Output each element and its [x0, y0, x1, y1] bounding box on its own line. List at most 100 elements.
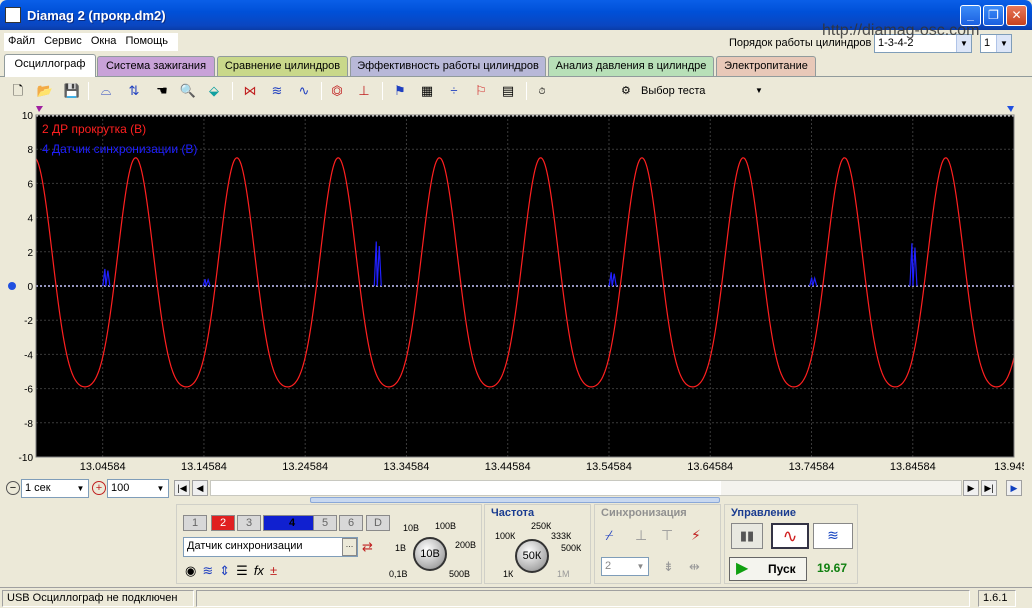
tab-pressure-analysis[interactable]: Анализ давления в цилиндре: [548, 56, 714, 76]
hand-icon[interactable]: ☚: [152, 81, 172, 101]
filter-icon[interactable]: ⬙: [204, 81, 224, 101]
x-tick-label: 13.34584: [384, 461, 430, 473]
timebase-select[interactable]: 1 сек ▼: [21, 479, 89, 498]
oscilloscope-plot[interactable]: 10 8 6 4 2 0 -2 -4 -6 -8 -10 13.04584 13.14584 13.245…: [8, 105, 1032, 477]
splitter-handle[interactable]: [310, 497, 720, 503]
overlay-icon[interactable]: ∿: [294, 81, 314, 101]
zoom-icon[interactable]: 🔍: [178, 81, 198, 101]
vertical-scale-icon[interactable]: ⇕: [219, 563, 230, 583]
channel-3-button[interactable]: 3: [237, 515, 261, 531]
chevron-down-icon: ▼: [633, 558, 648, 575]
y-tick-label: 10: [22, 111, 34, 122]
measure-icon[interactable]: ⇅: [124, 81, 144, 101]
start-button[interactable]: ▶ Пуск: [729, 557, 807, 581]
channel-tools: ◉ ≋ ⇕ ☰ fx ±: [185, 563, 349, 583]
cursor-icon[interactable]: ⌓: [96, 81, 116, 101]
tab-label: Электропитание: [724, 60, 808, 72]
auto-clock-icon[interactable]: ⏱: [532, 81, 552, 101]
notes-icon[interactable]: ▤: [498, 81, 518, 101]
channel-2-button[interactable]: 2: [211, 515, 235, 531]
function-icon[interactable]: fx: [254, 563, 264, 583]
sensor-settings-icon[interactable]: ⇄: [362, 539, 373, 555]
tab-cylinder-compare[interactable]: Сравнение цилиндров: [217, 56, 348, 76]
sync-channel-select[interactable]: 2 ▼: [601, 557, 649, 576]
open-folder-icon[interactable]: 📂: [35, 81, 55, 101]
menu-file[interactable]: Файл: [8, 35, 35, 47]
auto-icon[interactable]: ⏣: [327, 81, 347, 101]
scroll-left-button[interactable]: ◀: [192, 480, 208, 496]
save-icon[interactable]: 💾: [62, 81, 82, 101]
compress-icon[interactable]: ⋈: [240, 81, 260, 101]
rising-edge-icon[interactable]: ⌿: [605, 527, 613, 544]
new-file-icon[interactable]: 🗋: [8, 81, 28, 101]
y-tick-label: -2: [24, 316, 33, 327]
rise-icon[interactable]: ⊥: [635, 527, 647, 544]
sensor-select[interactable]: Датчик синхронизации …: [183, 537, 358, 557]
menu-service[interactable]: Сервис: [44, 35, 82, 47]
cursor-right-marker[interactable]: [1007, 106, 1014, 112]
frequency-title: Частота: [491, 507, 535, 519]
channel-d-button[interactable]: D: [366, 515, 390, 531]
sync-position-icon[interactable]: ⇹: [689, 559, 700, 575]
tab-cylinder-efficiency[interactable]: Эффективность работы цилиндров: [350, 56, 546, 76]
horizontal-scrollbar[interactable]: [210, 480, 962, 496]
sync-level-icon[interactable]: ⇟: [663, 559, 674, 575]
status-bar: USB Осциллограф не подключен 1.6.1: [0, 587, 1032, 608]
menu-help[interactable]: Помощь: [125, 35, 168, 47]
go-first-button[interactable]: |◀: [174, 480, 190, 496]
invert-icon[interactable]: ±: [270, 563, 277, 583]
frequency-knob[interactable]: 50К: [515, 539, 549, 573]
pause-button[interactable]: ▮▮: [731, 523, 763, 549]
volt-knob[interactable]: 10В: [413, 537, 447, 571]
volt-tick: 100В: [435, 521, 457, 531]
tab-label: Эффективность работы цилиндров: [357, 60, 539, 72]
marker-icon[interactable]: ⚑: [390, 81, 410, 101]
close-button[interactable]: ✕: [1006, 5, 1027, 26]
y-tick-label: -10: [19, 453, 34, 464]
x-tick-label: 13.14584: [181, 461, 227, 473]
eye-icon[interactable]: ◉: [185, 563, 196, 583]
sync-auto-icon[interactable]: ⚡: [691, 527, 701, 544]
freq-tick: 333К: [551, 531, 572, 541]
volt-tick: 200В: [455, 540, 477, 550]
menu-windows[interactable]: Окна: [91, 35, 117, 47]
wave-filter-icon[interactable]: ≋: [202, 563, 213, 583]
plot-canvas[interactable]: 10 8 6 4 2 0 -2 -4 -6 -8 -10 13.04584 13.14584 13.245…: [8, 105, 1032, 477]
grid-icon[interactable]: ▦: [417, 81, 437, 101]
zero-marker[interactable]: [8, 282, 16, 290]
fall-icon[interactable]: ⊤: [661, 527, 673, 544]
zoom-select[interactable]: 100 ▼: [107, 479, 169, 498]
tab-oscilloscope[interactable]: Осциллограф: [4, 54, 96, 77]
sync-group: Синхронизация ⌿ ⊥ ⊤ ⚡ 2 ▼ ⇟ ⇹: [594, 504, 721, 584]
play-icon[interactable]: ▶: [1006, 480, 1022, 496]
cylinder-select[interactable]: 1 ▼: [980, 34, 1012, 53]
channel-1-button[interactable]: 1: [183, 515, 207, 531]
multi-wave-button[interactable]: ≋: [813, 523, 853, 549]
scroll-right-button[interactable]: ▶: [963, 480, 979, 496]
test-select[interactable]: ⚙ Выбор теста ▼: [611, 80, 773, 102]
menu-items: Файл Сервис Окна Помощь: [4, 33, 178, 51]
split-icon[interactable]: ÷: [444, 81, 464, 101]
lines-icon[interactable]: ☰: [236, 563, 248, 583]
zoom-out-icon[interactable]: −: [6, 481, 20, 495]
tab-ignition[interactable]: Система зажигания: [97, 56, 215, 76]
cursor-left-marker[interactable]: [36, 106, 43, 112]
tab-power[interactable]: Электропитание: [716, 56, 816, 76]
wave-icon[interactable]: ≋: [267, 81, 287, 101]
rpm-value: 19.67: [817, 561, 848, 575]
y-tick-label: 8: [27, 145, 33, 156]
status-message: USB Осциллограф не подключен: [2, 590, 194, 607]
legend-entry: 2 ДР прокрутка (В): [42, 122, 146, 136]
maximize-button[interactable]: ❐: [983, 5, 1004, 26]
channel-6-button[interactable]: 6: [339, 515, 363, 531]
zero-icon[interactable]: ⊥: [354, 81, 374, 101]
go-last-button[interactable]: ▶|: [981, 480, 997, 496]
zoom-in-icon[interactable]: +: [92, 481, 106, 495]
y-tick-label: -8: [24, 419, 33, 430]
control-panel: 1 2 3 4 5 6 D Датчик синхронизации … ⇄ ◉…: [0, 497, 1032, 586]
sync-title: Синхронизация: [601, 507, 687, 519]
y-tick-label: -6: [24, 385, 33, 396]
single-wave-button[interactable]: ∿: [771, 523, 809, 549]
flag-icon[interactable]: ⚐: [471, 81, 491, 101]
channel-5-button[interactable]: 5: [313, 515, 337, 531]
